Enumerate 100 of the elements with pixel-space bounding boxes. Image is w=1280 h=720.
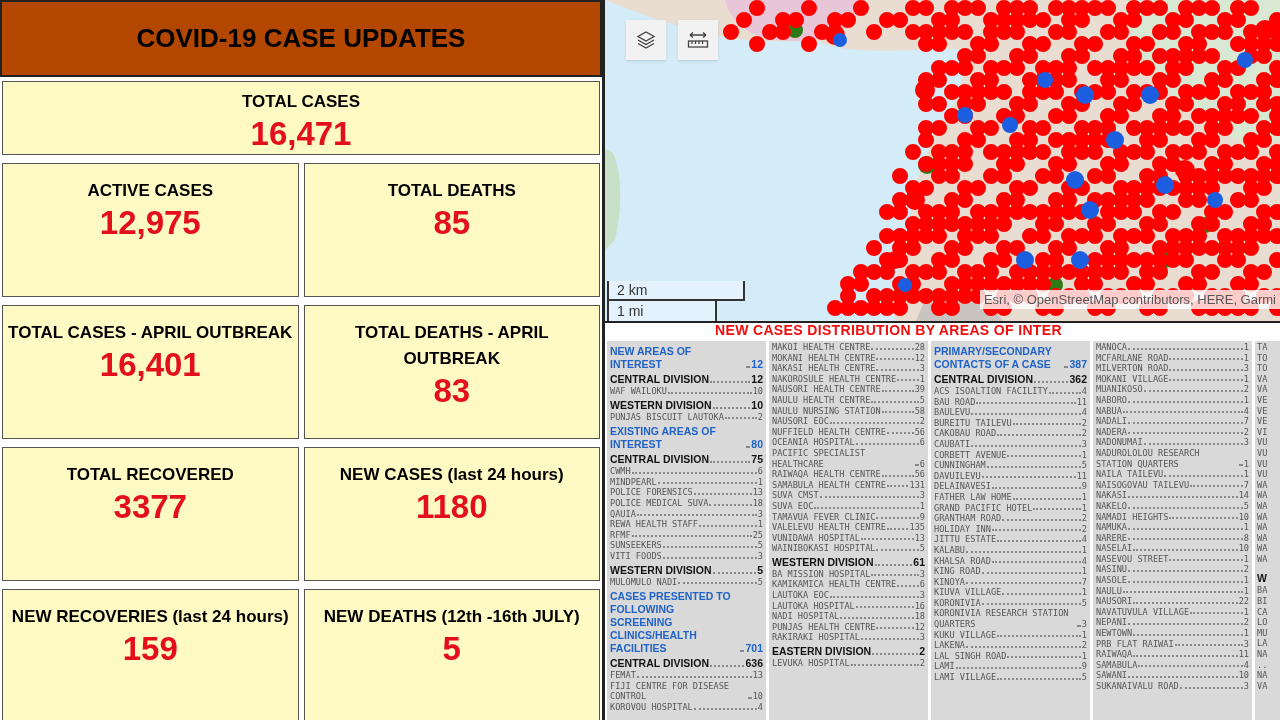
count: 75 <box>751 453 763 467</box>
count: 6 <box>757 466 763 477</box>
count: 1 <box>1243 553 1249 565</box>
count: 5 <box>1243 500 1249 512</box>
count: 1 <box>1243 352 1249 364</box>
count: 362 <box>1069 373 1087 386</box>
count: 5 <box>757 540 763 551</box>
count: 1 <box>1243 373 1249 385</box>
place-name: WA <box>1257 532 1268 544</box>
place-name: NADALI <box>1096 416 1128 427</box>
count: 10 <box>752 691 763 702</box>
place-name: DAVUILEVU <box>934 470 981 482</box>
count: 4 <box>1081 534 1087 545</box>
place-name: BA <box>1257 585 1268 597</box>
place-name: NAULU HEALTH CENTRE <box>772 394 871 406</box>
place-name: BI <box>1257 596 1268 607</box>
place-name: PRB FLAT RAIWAI <box>1096 638 1174 650</box>
count: 2 <box>757 411 763 423</box>
count: 5 <box>1081 597 1087 609</box>
count: 1 <box>1243 458 1249 470</box>
place-name: NUFFIELD HEALTH CENTRE <box>772 426 886 438</box>
place-name: LAMI <box>934 661 955 673</box>
place-name: NAULU NURSING STATION <box>772 405 881 417</box>
place-name: POLICE MEDICAL SUVA <box>610 497 709 509</box>
count: 3 <box>757 508 763 520</box>
place-name: NAILA TAILEVU <box>1096 469 1164 480</box>
count: 3 <box>1243 437 1249 448</box>
place-name: VU <box>1257 469 1268 480</box>
measure-button[interactable] <box>678 20 718 60</box>
place-name: QAUIA <box>610 508 636 520</box>
dashboard-title: COVID-19 CASE UPDATES <box>136 22 466 55</box>
count: 5 <box>1081 672 1087 683</box>
count: 7 <box>1243 416 1249 427</box>
place-name: LAUTOKA HOSPITAL <box>772 600 855 612</box>
place-name: KALABU <box>934 544 966 556</box>
place-name: NAKASI HEALTH CENTRE <box>772 363 876 374</box>
place-name: WA <box>1257 522 1268 533</box>
place-name: MINDPEARL <box>610 476 657 488</box>
place-name: NEWTOWN <box>1096 628 1133 639</box>
place-name: CWMH <box>610 466 631 477</box>
count: 5 <box>757 576 763 588</box>
count: 1 <box>1243 575 1249 586</box>
count: 56 <box>914 469 925 480</box>
place-name: NAUSORI <box>1096 596 1133 607</box>
place-name: SUVA CMST <box>772 490 819 501</box>
place-name: .. <box>1257 659 1268 671</box>
scale-label: 1 mi <box>617 301 644 321</box>
stat-label: TOTAL CASES <box>240 91 362 113</box>
place-name: WAF WAILOKU <box>610 386 667 397</box>
place-name: JITTU ESTATE <box>934 534 997 545</box>
stat-value: 1180 <box>415 488 488 526</box>
place-name: NAISOGOVAU TAILEVU <box>1096 479 1190 491</box>
place-name: REWA HEALTH STAFF <box>610 519 698 530</box>
place-name: MANOCA <box>1096 342 1128 353</box>
count: 1 <box>1243 342 1249 353</box>
place-name: WAINIBOKASI HOSPITAL <box>772 543 876 554</box>
place-name: HOLIDAY INN <box>934 523 991 535</box>
count: 6 <box>919 579 925 591</box>
count: 10 <box>1238 670 1249 681</box>
place-name: NAULU <box>1096 585 1122 597</box>
sheet-title: NEW CASES DISTRIBUTION BY AREAS OF INTER <box>714 323 1063 338</box>
place-name: VU <box>1257 447 1268 459</box>
count: 13 <box>752 670 763 681</box>
place-name: MULOMULO NADI <box>610 576 678 588</box>
count: 1 <box>1243 522 1249 533</box>
count: 9 <box>919 511 925 523</box>
layers-button[interactable] <box>626 20 666 60</box>
count: 3 <box>1243 638 1249 650</box>
division-heading: CENTRAL DIVISION <box>934 373 1033 386</box>
count: 3 <box>1081 619 1087 630</box>
count: 2 <box>1081 640 1087 651</box>
count: 11 <box>1076 396 1087 408</box>
stat-label: TOTAL DEATHS - APRIL OUTBREAK <box>353 322 550 370</box>
count: 10 <box>752 386 763 397</box>
place-name: NAKOROSULE HEALTH CENTRE <box>772 373 897 385</box>
count: 1 <box>1081 449 1087 461</box>
count: 1 <box>757 519 763 530</box>
place-name: BA MISSION HOSPITAL <box>772 568 871 580</box>
place-name: NAVATUVULA VILLAGE <box>1096 606 1190 618</box>
place-name: NAUSORI HEALTH CENTRE <box>772 384 881 395</box>
map[interactable]: 2 km 1 mi Esri, © OpenStreetMap contributors, HERE, Garmi <box>605 0 1280 323</box>
count: 1 <box>1081 566 1087 577</box>
place-name: VUNIDAWA HOSPITAL <box>772 532 860 544</box>
count: 11 <box>1238 649 1249 660</box>
count: 5 <box>919 394 925 406</box>
count: 16 <box>914 600 925 612</box>
place-name: NASINU <box>1096 564 1128 576</box>
count: 28 <box>914 342 925 353</box>
count: 4 <box>1243 405 1249 417</box>
place-name: LAL SINGH ROAD <box>934 650 1007 662</box>
place-name: NABUA <box>1096 405 1122 417</box>
count: 1 <box>1243 606 1249 618</box>
place-name: CAUBATI <box>934 438 971 450</box>
place-name: RAIWAQA <box>1096 649 1133 660</box>
layers-icon <box>636 30 656 50</box>
place-name: PACIFIC SPECIALIST HEALTHCARE <box>772 447 867 470</box>
count: 18 <box>752 497 763 509</box>
count: 39 <box>914 384 925 395</box>
place-name: VI <box>1257 426 1268 438</box>
place-name: TO <box>1257 363 1268 374</box>
